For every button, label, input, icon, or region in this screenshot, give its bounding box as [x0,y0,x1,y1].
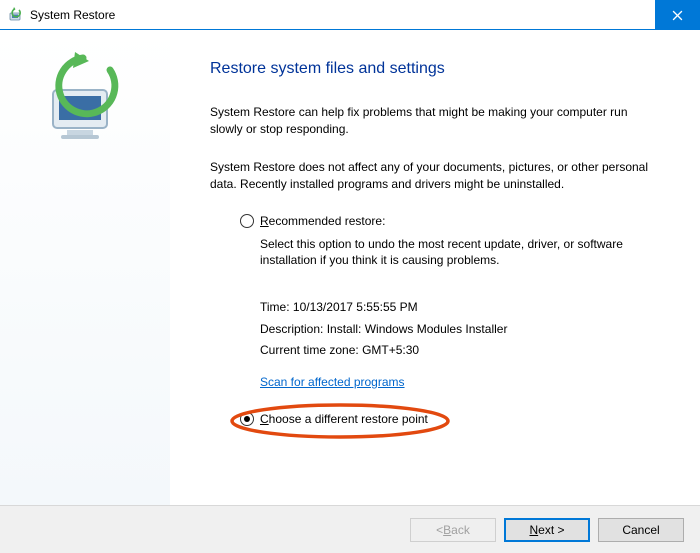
radio-icon [240,412,254,426]
window-title: System Restore [30,8,115,22]
titlebar: System Restore [0,0,700,30]
recommended-restore-radio[interactable]: Recommended restore: [240,214,660,228]
content-area: Restore system files and settings System… [170,30,700,505]
close-button[interactable] [655,0,700,30]
intro-paragraph-1: System Restore can help fix problems tha… [210,104,660,139]
recommended-restore-description: Select this option to undo the most rece… [260,236,660,270]
intro-paragraph-2: System Restore does not affect any of yo… [210,159,660,194]
scan-affected-programs-link[interactable]: Scan for affected programs [260,372,405,394]
body: Restore system files and settings System… [0,30,700,505]
detail-time: Time: 10/13/2017 5:55:55 PM [260,297,660,319]
system-restore-icon [8,7,24,23]
detail-timezone: Current time zone: GMT+5:30 [260,340,660,362]
page-title: Restore system files and settings [210,60,660,78]
restore-details: Time: 10/13/2017 5:55:55 PM Description:… [260,297,660,393]
radio-icon [240,214,254,228]
back-button: < Back [410,518,496,542]
footer: < Back Next > Cancel [0,505,700,553]
choose-different-restore-radio[interactable]: Choose a different restore point [240,412,660,426]
choose-different-restore-label: Choose a different restore point [260,412,428,426]
detail-description: Description: Install: Windows Modules In… [260,319,660,341]
restore-illustration-icon [35,50,135,150]
next-button[interactable]: Next > [504,518,590,542]
sidebar [0,30,170,505]
cancel-button[interactable]: Cancel [598,518,684,542]
recommended-restore-label: Recommended restore: [260,214,385,228]
